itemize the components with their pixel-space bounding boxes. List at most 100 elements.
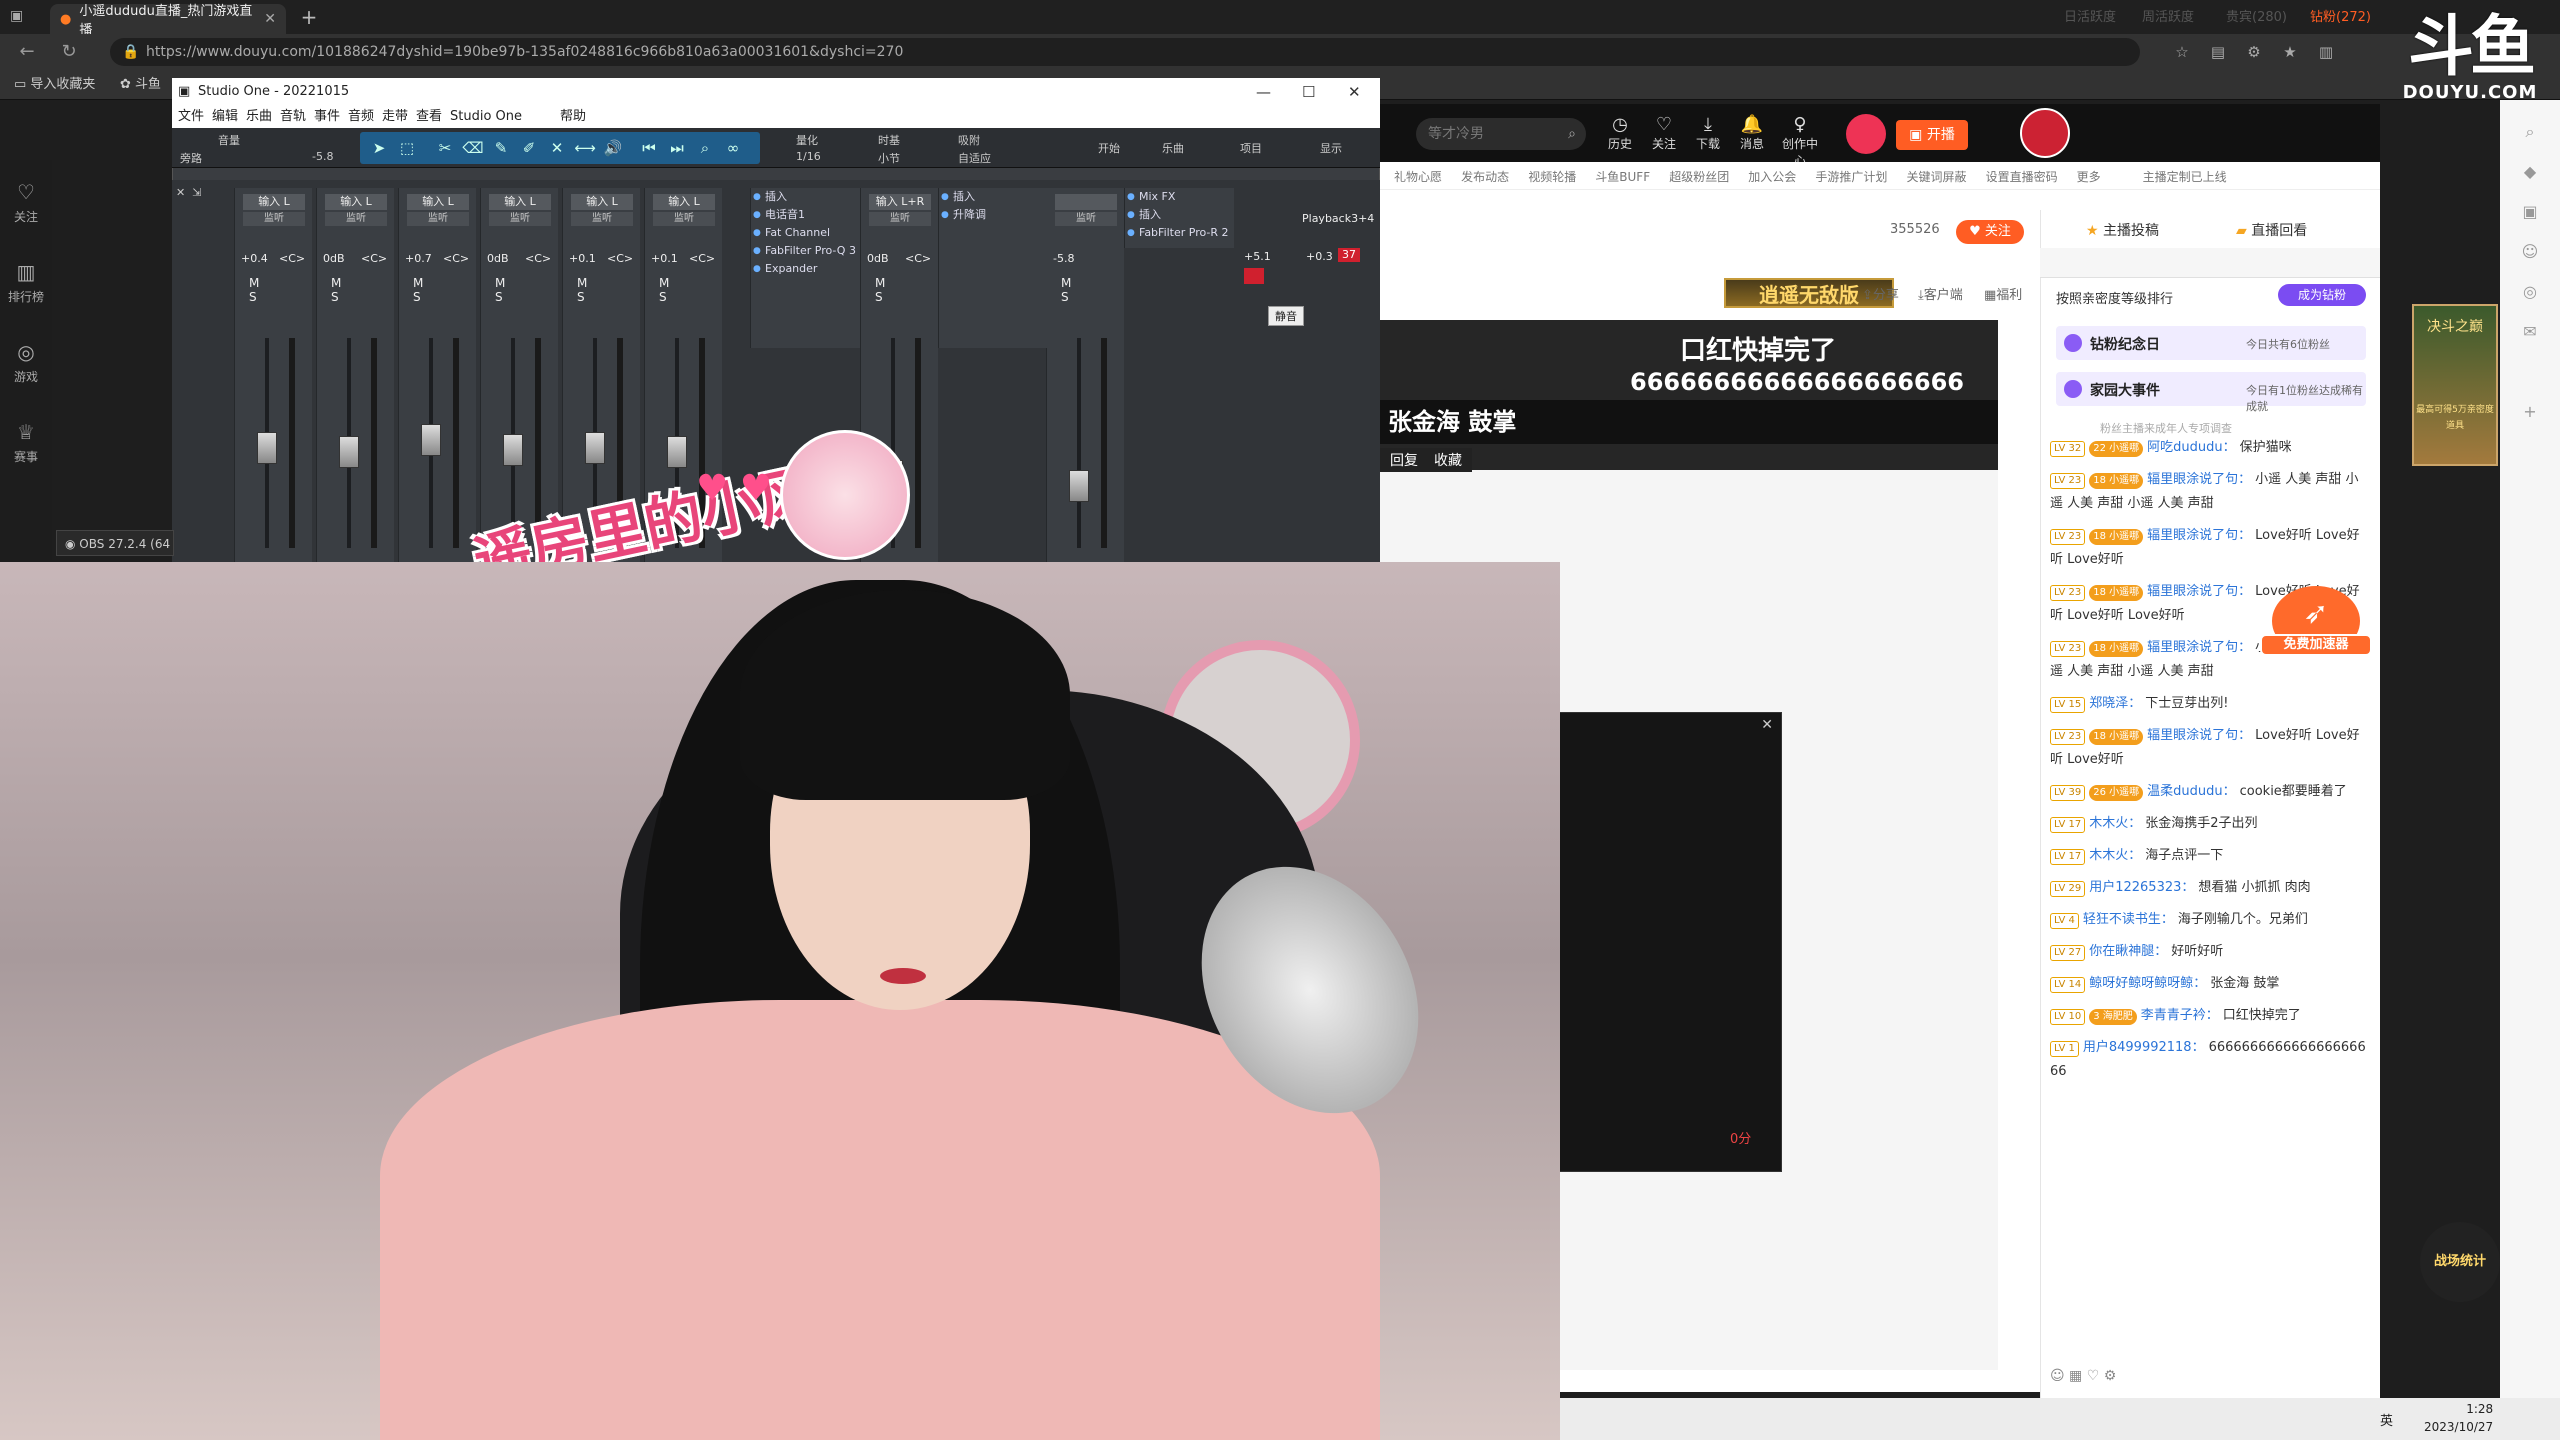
- chat-message[interactable]: LV 29 用户12265323： 想看猫 小抓抓 肉肉: [2050, 876, 2370, 900]
- record-button[interactable]: [1244, 268, 1264, 284]
- chat-username[interactable]: 阿吃dududu：: [2147, 440, 2235, 455]
- chat-message[interactable]: LV 17 木木火： 海子点评一下: [2050, 844, 2370, 868]
- emoji-icon[interactable]: ☺: [2050, 1368, 2069, 1384]
- person-icon[interactable]: ☺: [2518, 240, 2542, 264]
- extensions-icon[interactable]: ⚙: [2242, 40, 2266, 64]
- collections-icon[interactable]: ▤: [2206, 40, 2230, 64]
- fader-knob[interactable]: [503, 434, 523, 466]
- loop-icon[interactable]: ∞: [720, 136, 746, 160]
- back-icon[interactable]: ←: [14, 40, 40, 64]
- menu-view[interactable]: 查看: [416, 106, 442, 128]
- chat-message[interactable]: LV 39 26 小遥哪 温柔dududu： cookie都要睡着了: [2050, 780, 2370, 804]
- channel-input[interactable]: [1055, 194, 1117, 210]
- header-history[interactable]: ◷ 历史: [1600, 114, 1640, 152]
- header-follow[interactable]: ♡ 关注: [1644, 114, 1684, 152]
- channel-input[interactable]: 输入 L: [571, 194, 633, 210]
- subnav-item[interactable]: 手游推广计划: [1815, 170, 1887, 184]
- chat-username[interactable]: 用户8499992118：: [2083, 1040, 2205, 1055]
- replay-link[interactable]: ▰ 直播回看: [2236, 220, 2307, 244]
- bend-tool-icon[interactable]: ⟷: [572, 136, 598, 160]
- channel-monitor[interactable]: 监听: [869, 212, 931, 226]
- battle-stats-badge[interactable]: 战场统计: [2420, 1222, 2500, 1302]
- insert-header[interactable]: 插入: [751, 188, 860, 206]
- channel-monitor[interactable]: 监听: [325, 212, 387, 226]
- header-download[interactable]: ⤓ 下载: [1688, 114, 1728, 152]
- bookmark-import[interactable]: ▭ 导入收藏夹: [14, 75, 95, 95]
- mute-solo-buttons[interactable]: M S: [249, 276, 312, 304]
- chat-message[interactable]: LV 27 你在瞅神腿： 好听好听: [2050, 940, 2370, 964]
- channel-monitor[interactable]: 监听: [243, 212, 305, 226]
- card-anniversary[interactable]: 钻粉纪念日 今日共有6位粉丝: [2056, 326, 2366, 360]
- menu-help[interactable]: 帮助: [560, 106, 586, 128]
- chat-username[interactable]: 轻狂不读书生：: [2083, 912, 2174, 927]
- mute-solo-buttons[interactable]: M S: [1061, 276, 1124, 304]
- mute-solo-buttons[interactable]: M S: [659, 276, 722, 304]
- avatar[interactable]: [1846, 114, 1886, 154]
- channel-pan[interactable]: <C>: [905, 252, 931, 265]
- listen-tool-icon[interactable]: 🔊: [600, 136, 626, 160]
- chat-username[interactable]: 李青青子衿：: [2141, 1008, 2219, 1023]
- new-tab-button[interactable]: +: [296, 6, 322, 30]
- header-messages[interactable]: 🔔 消息: [1732, 114, 1772, 152]
- chat-username[interactable]: 木木火：: [2089, 848, 2141, 863]
- collect-button[interactable]: 收藏: [1424, 448, 1472, 472]
- star-icon[interactable]: ☆: [2170, 40, 2194, 64]
- streamer-post-link[interactable]: ★ 主播投稿: [2086, 220, 2159, 244]
- maximize-icon[interactable]: ☐: [1302, 78, 1315, 106]
- mixer-channel[interactable]: 监听 -5.8 M S: [1046, 188, 1124, 562]
- reply-button[interactable]: 回复: [1380, 448, 1428, 472]
- fader-knob[interactable]: [667, 436, 687, 468]
- subnav-item[interactable]: 礼物心愿: [1394, 170, 1442, 184]
- obs-taskbar-item[interactable]: ◉ OBS 27.2.4 (64: [56, 530, 174, 556]
- chat-username[interactable]: 辐里眼涂说了句：: [2147, 728, 2251, 743]
- client-link[interactable]: ⤓客户端: [1918, 284, 1963, 303]
- subnav-item[interactable]: 斗鱼BUFF: [1595, 170, 1650, 184]
- split-tool-icon[interactable]: ✂: [432, 136, 458, 160]
- subnav-item[interactable]: 主播定制已上线: [2143, 170, 2227, 184]
- display-button[interactable]: 显示: [1320, 140, 1342, 156]
- chat-username[interactable]: 鲸呀好鲸呀鲸呀鲸：: [2089, 976, 2206, 991]
- channel-monitor[interactable]: 监听: [1055, 212, 1117, 226]
- close-icon[interactable]: ✕: [1761, 717, 1773, 733]
- chat-username[interactable]: 郑晓泽：: [2089, 696, 2141, 711]
- paint-tool-icon[interactable]: ✎: [488, 136, 514, 160]
- menu-song[interactable]: 乐曲: [246, 106, 272, 128]
- share-link[interactable]: ⇪分享: [1862, 284, 1899, 303]
- chat-message[interactable]: LV 2318 小遥哪辐里眼涂说了句：小遥 人美 声甜 小遥 人美 声甜 小遥 …: [2050, 468, 2370, 516]
- globe-icon[interactable]: ◎: [2518, 280, 2542, 304]
- quantize-select[interactable]: 1/16: [796, 150, 821, 163]
- fader-knob[interactable]: [257, 432, 277, 464]
- menu-edit[interactable]: 编辑: [212, 106, 238, 128]
- favorites-icon[interactable]: ★: [2278, 40, 2302, 64]
- channel-input[interactable]: 输入 L+R: [869, 194, 931, 210]
- menu-file[interactable]: 文件: [178, 106, 204, 128]
- channel-input[interactable]: 输入 L: [653, 194, 715, 210]
- mute-solo-buttons[interactable]: M S: [413, 276, 476, 304]
- insert-slot[interactable]: 升降调: [939, 206, 1048, 224]
- card-home-event[interactable]: 家园大事件 今日有1位粉丝达成稀有成就: [2056, 372, 2366, 413]
- close-tab-icon[interactable]: ✕: [264, 11, 276, 27]
- tab-daily[interactable]: 日活跃度: [2064, 6, 2116, 25]
- chat-message[interactable]: LV 14 鲸呀好鲸呀鲸呀鲸： 张金海 鼓掌: [2050, 972, 2370, 996]
- tab-weekly[interactable]: 周活跃度: [2142, 6, 2194, 25]
- menu-track[interactable]: 音轨: [280, 106, 306, 128]
- chat-message[interactable]: LV 1 用户8499992118： 666666666666666666666: [2050, 1036, 2370, 1084]
- mute-solo-buttons[interactable]: M S: [577, 276, 640, 304]
- channel-pan[interactable]: <C>: [607, 252, 633, 265]
- plus-icon[interactable]: +: [2518, 400, 2542, 424]
- channel-input[interactable]: 输入 L: [407, 194, 469, 210]
- settings-icon[interactable]: ⚙: [2104, 1368, 2117, 1384]
- event-banner[interactable]: 决斗之巅 最高可得5万亲密度道具: [2412, 304, 2498, 466]
- mixer-channel[interactable]: 输入 L 监听 +0.4 <C> M S: [234, 188, 312, 562]
- url-field[interactable]: 🔒 https://www.douyu.com/101886247dyshid=…: [110, 38, 2140, 66]
- tab-vip[interactable]: 贵宾(280): [2226, 6, 2287, 25]
- channel-monitor[interactable]: 监听: [653, 212, 715, 226]
- pen-tool-icon[interactable]: ✐: [516, 136, 542, 160]
- follow-button[interactable]: ♥ 关注: [1956, 220, 2024, 244]
- channel-input[interactable]: 输入 L: [325, 194, 387, 210]
- search-input[interactable]: 等才冷男 ⌕: [1416, 118, 1586, 150]
- channel-monitor[interactable]: 监听: [407, 212, 469, 226]
- sidebar-item-games[interactable]: ◎ 游戏: [0, 340, 52, 385]
- project-button[interactable]: 项目: [1240, 140, 1262, 156]
- tab-menu-icon[interactable]: ▣: [10, 8, 30, 26]
